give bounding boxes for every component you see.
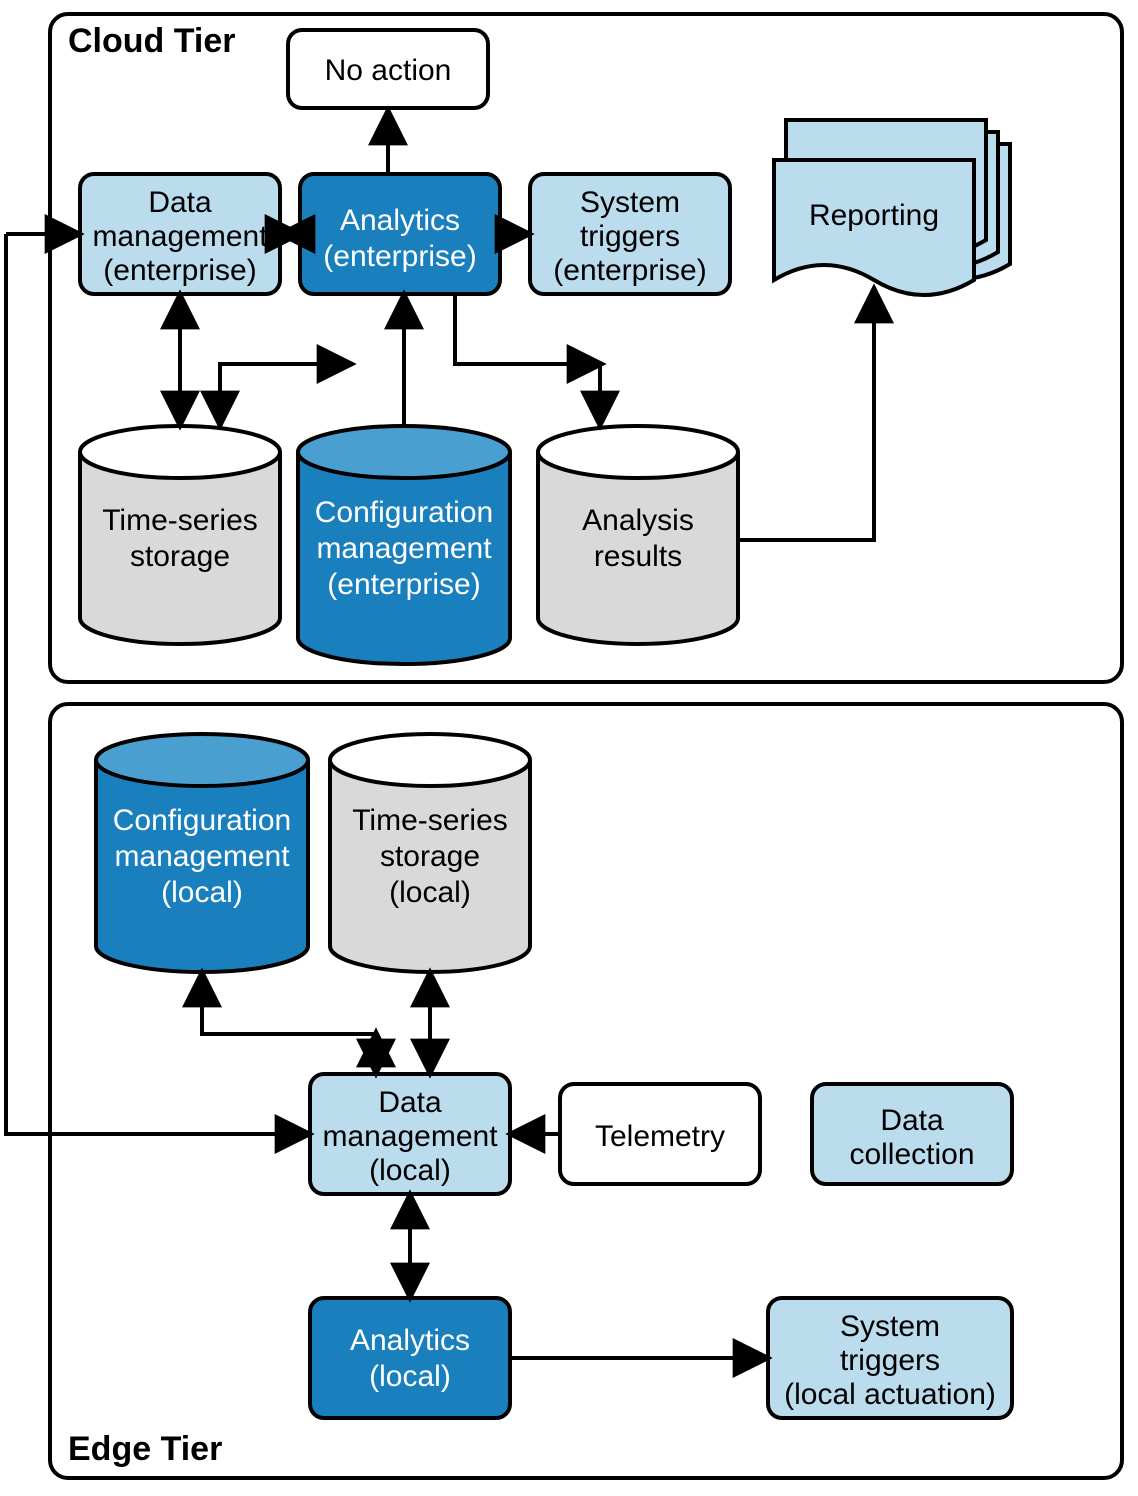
svg-text:(local): (local) bbox=[389, 876, 471, 909]
svg-text:Analytics: Analytics bbox=[340, 204, 460, 237]
svg-text:(enterprise): (enterprise) bbox=[327, 568, 480, 601]
svg-text:(enterprise): (enterprise) bbox=[103, 254, 256, 287]
data-management-enterprise-box: Data management (enterprise) bbox=[80, 174, 280, 294]
svg-text:Data: Data bbox=[148, 186, 212, 219]
svg-text:management: management bbox=[92, 220, 268, 253]
svg-text:Telemetry: Telemetry bbox=[595, 1120, 725, 1153]
svg-text:Data: Data bbox=[880, 1104, 944, 1137]
svg-text:collection: collection bbox=[849, 1138, 974, 1171]
configuration-management-enterprise-cylinder: Configuration management (enterprise) bbox=[298, 426, 510, 664]
svg-text:Configuration: Configuration bbox=[315, 496, 493, 529]
svg-text:(local): (local) bbox=[161, 876, 243, 909]
svg-text:management: management bbox=[114, 840, 290, 873]
system-triggers-local-box: System triggers (local actuation) bbox=[768, 1298, 1012, 1418]
analytics-enterprise-box: Analytics (enterprise) bbox=[300, 174, 500, 294]
analytics-local-box: Analytics (local) bbox=[310, 1298, 510, 1418]
svg-text:storage: storage bbox=[130, 540, 230, 573]
time-series-storage-local-cylinder: Time-series storage (local) bbox=[330, 734, 530, 972]
svg-text:(local): (local) bbox=[369, 1154, 451, 1187]
reporting-document-icon: Reporting bbox=[774, 120, 1010, 295]
svg-text:System: System bbox=[840, 1310, 940, 1343]
telemetry-box: Telemetry bbox=[560, 1084, 760, 1184]
no-action-box: No action bbox=[288, 30, 488, 108]
svg-text:management: management bbox=[322, 1120, 498, 1153]
svg-text:Time-series: Time-series bbox=[352, 804, 508, 837]
svg-text:Data: Data bbox=[378, 1086, 442, 1119]
svg-text:Analytics: Analytics bbox=[350, 1324, 470, 1357]
svg-text:Time-series: Time-series bbox=[102, 504, 258, 537]
data-collection-box: Data collection bbox=[812, 1084, 1012, 1184]
svg-text:triggers: triggers bbox=[840, 1344, 940, 1377]
svg-text:storage: storage bbox=[380, 840, 480, 873]
analysis-results-cylinder: Analysis results bbox=[538, 426, 738, 644]
configuration-management-local-cylinder: Configuration management (local) bbox=[96, 734, 308, 972]
system-triggers-enterprise-box: System triggers (enterprise) bbox=[530, 174, 730, 294]
svg-text:(local actuation): (local actuation) bbox=[784, 1378, 996, 1411]
svg-text:Reporting: Reporting bbox=[809, 199, 939, 232]
svg-text:No action: No action bbox=[325, 54, 452, 87]
svg-text:results: results bbox=[594, 540, 682, 573]
svg-text:management: management bbox=[316, 532, 492, 565]
svg-text:triggers: triggers bbox=[580, 220, 680, 253]
svg-text:(enterprise): (enterprise) bbox=[553, 254, 706, 287]
architecture-diagram: Cloud Tier Edge Tier No action Data mana… bbox=[0, 0, 1138, 1496]
edge-tier-label: Edge Tier bbox=[68, 1430, 222, 1468]
svg-text:Configuration: Configuration bbox=[113, 804, 291, 837]
svg-text:(enterprise): (enterprise) bbox=[323, 240, 476, 273]
svg-text:Analysis: Analysis bbox=[582, 504, 694, 537]
data-management-local-box: Data management (local) bbox=[310, 1074, 510, 1194]
svg-text:(local): (local) bbox=[369, 1360, 451, 1393]
cloud-tier-label: Cloud Tier bbox=[68, 22, 236, 60]
svg-text:System: System bbox=[580, 186, 680, 219]
time-series-storage-cylinder: Time-series storage bbox=[80, 426, 280, 644]
